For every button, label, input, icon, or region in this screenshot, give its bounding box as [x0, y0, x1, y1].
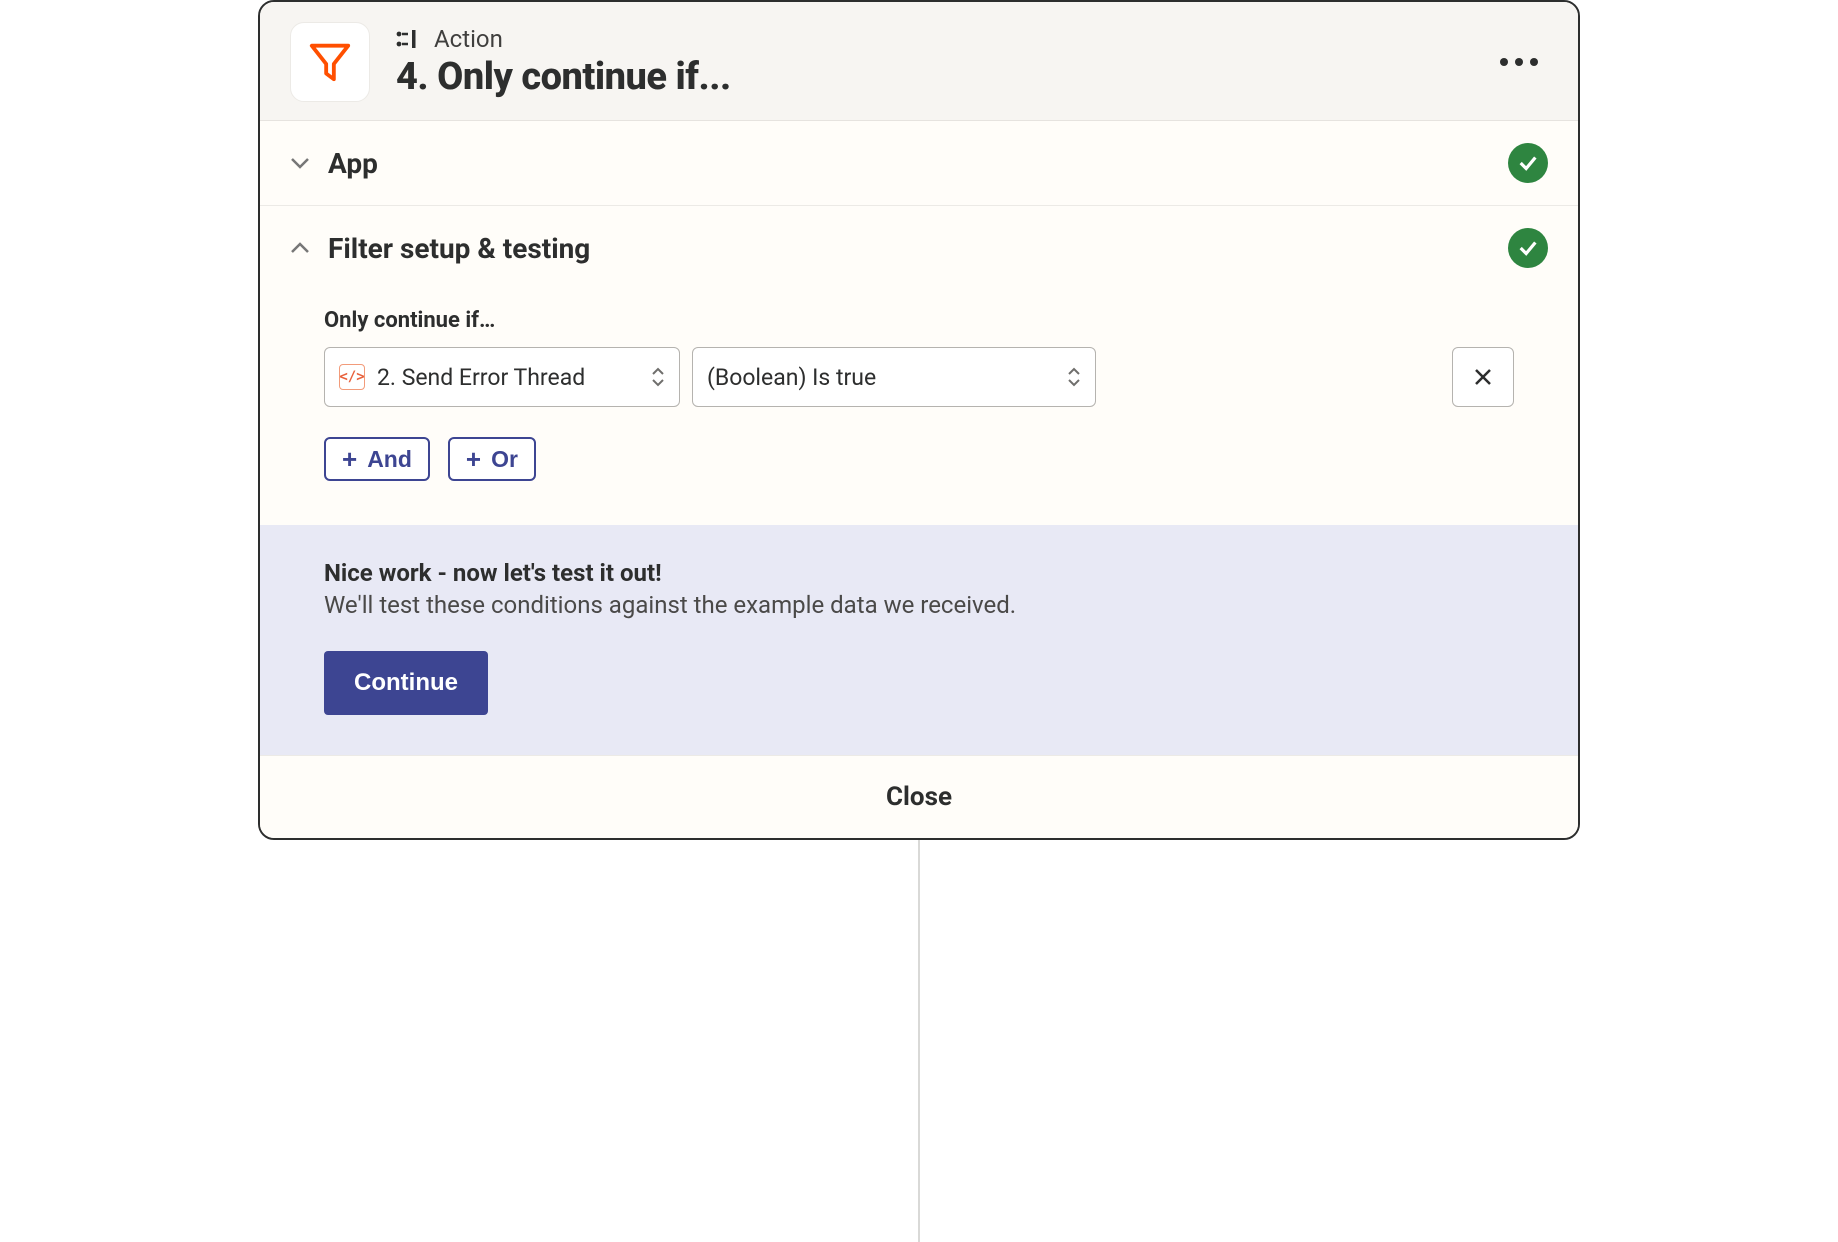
plus-icon: + [466, 446, 481, 472]
condition-source-select[interactable]: </> 2. Send Error Thread [324, 347, 680, 407]
section-app-label: App [328, 147, 1508, 180]
add-and-button[interactable]: + And [324, 437, 430, 481]
test-panel-title: Nice work - now let's test it out! [324, 559, 1514, 587]
or-label: Or [491, 446, 518, 473]
chevron-down-icon [290, 156, 316, 170]
test-panel-subtitle: We'll test these conditions against the … [324, 591, 1514, 619]
filter-app-icon [290, 22, 370, 102]
select-caret-icon [1067, 367, 1081, 387]
chevron-up-icon [290, 241, 316, 255]
path-merge-icon [396, 28, 424, 50]
section-filter-label: Filter setup & testing [328, 232, 1508, 265]
condition-row: </> 2. Send Error Thread (Boolean) Is tr… [324, 347, 1514, 407]
condition-operator-select[interactable]: (Boolean) Is true [692, 347, 1096, 407]
test-panel: Nice work - now let's test it out! We'll… [260, 525, 1578, 755]
condition-operator-value: (Boolean) Is true [707, 364, 1055, 391]
select-caret-icon [651, 367, 665, 387]
step-title: 4. Only continue if... [396, 55, 1490, 99]
step-header: Action 4. Only continue if... [260, 2, 1578, 121]
add-or-button[interactable]: + Or [448, 437, 536, 481]
plus-icon: + [342, 446, 357, 472]
condition-source-value: 2. Send Error Thread [377, 364, 639, 391]
section-app-toggle[interactable]: App [260, 121, 1578, 206]
step-editor-card: Action 4. Only continue if... App Filter [258, 0, 1580, 840]
close-button[interactable]: Close [260, 755, 1578, 838]
section-filter-toggle[interactable]: Filter setup & testing [260, 206, 1578, 278]
status-ok-icon [1508, 143, 1548, 183]
and-label: And [367, 446, 412, 473]
status-ok-icon [1508, 228, 1548, 268]
remove-condition-button[interactable] [1452, 347, 1514, 407]
condition-field-label: Only continue if… [324, 308, 1514, 333]
code-icon: </> [339, 364, 365, 390]
step-more-menu-button[interactable] [1490, 48, 1548, 76]
continue-button[interactable]: Continue [324, 651, 488, 715]
step-type-label: Action [434, 25, 503, 53]
filter-setup-body: Only continue if… </> 2. Send Error Thre… [260, 278, 1578, 525]
